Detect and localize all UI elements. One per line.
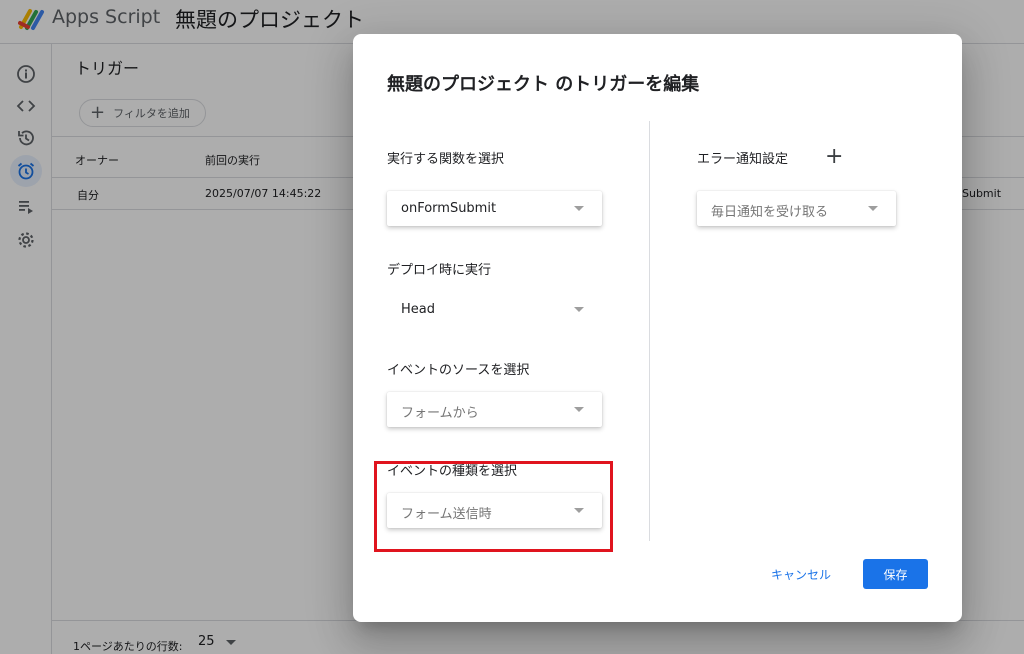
function-label: 実行する関数を選択 xyxy=(387,152,505,167)
deployment-label: デプロイ時に実行 xyxy=(387,263,492,278)
cancel-button[interactable]: キャンセル xyxy=(761,559,841,589)
error-notification-select[interactable]: 毎日通知を受け取る xyxy=(697,191,896,226)
event-source-label: イベントのソースを選択 xyxy=(387,363,530,378)
dialog-title: 無題のプロジェクト のトリガーを編集 xyxy=(387,74,700,95)
column-divider xyxy=(649,121,650,541)
save-button[interactable]: 保存 xyxy=(863,559,928,589)
function-select-value: onFormSubmit xyxy=(401,201,497,216)
function-select[interactable]: onFormSubmit xyxy=(387,191,602,226)
dropdown-caret-icon xyxy=(574,206,584,211)
dropdown-caret-icon xyxy=(868,206,878,211)
deployment-select[interactable]: Head xyxy=(387,292,602,327)
highlight-annotation-box xyxy=(374,461,613,552)
dropdown-caret-icon xyxy=(574,407,584,412)
event-source-select[interactable]: フォームから xyxy=(387,392,602,427)
deployment-select-value: Head xyxy=(401,302,435,317)
dropdown-caret-icon xyxy=(574,307,584,312)
error-notification-label: エラー通知設定 xyxy=(697,152,789,167)
add-notification-icon[interactable]: + xyxy=(825,146,843,168)
event-source-select-value: フォームから xyxy=(401,406,479,421)
error-notification-select-value: 毎日通知を受け取る xyxy=(711,205,829,220)
